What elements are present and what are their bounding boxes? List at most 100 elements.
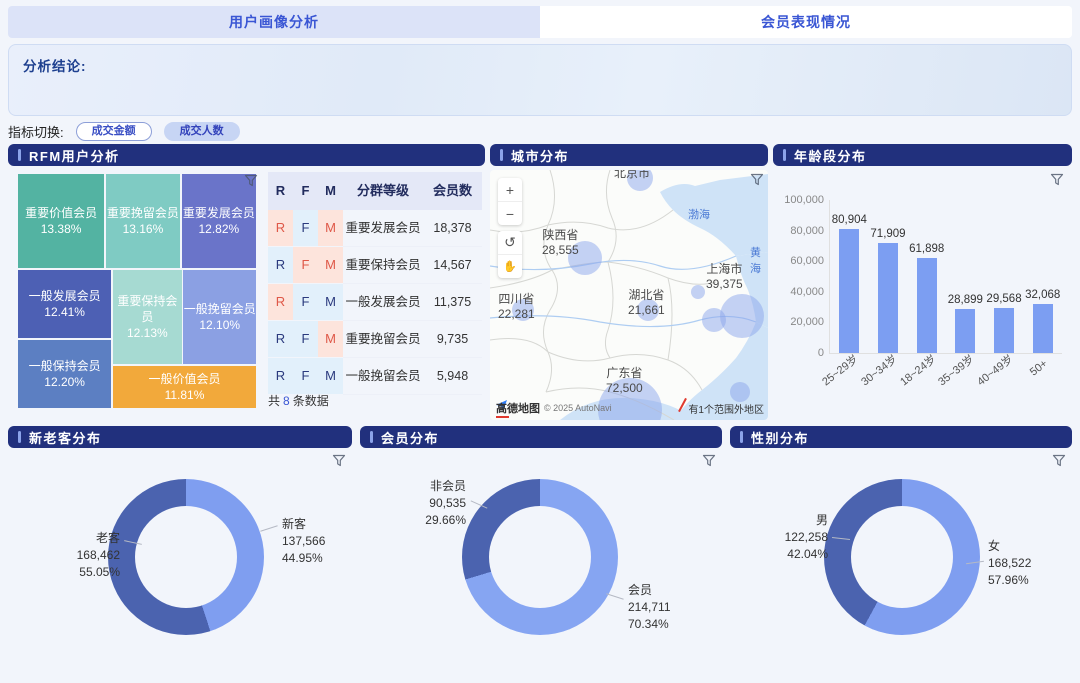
rfm-flag-cell: M: [318, 210, 343, 246]
treemap-block[interactable]: 一般发展会员12.41%: [18, 270, 111, 339]
bar-slot: 28,89935~39岁: [946, 200, 985, 353]
age-bars: 80,90425~29岁71,90930~34岁61,89818~24岁28,8…: [830, 200, 1062, 353]
filter-icon[interactable]: [750, 173, 764, 186]
new-old-donut[interactable]: [108, 479, 264, 635]
bar-value-label: 29,568: [986, 293, 1021, 305]
header-marker: [18, 149, 21, 161]
bar[interactable]: [994, 308, 1014, 353]
panel-city-header: 城市分布: [490, 144, 768, 166]
footer-suffix: 条数据: [293, 394, 329, 408]
map-copyright: © 2025 AutoNavi: [544, 403, 612, 413]
filter-icon[interactable]: [1050, 173, 1064, 186]
map-pan-button[interactable]: ✋: [498, 254, 522, 278]
x-axis-label: 18~24岁: [896, 351, 939, 389]
rfm-flag-cell: R: [268, 284, 293, 320]
filter-icon[interactable]: [1052, 454, 1066, 467]
label-leader-line: [260, 525, 277, 532]
rfm-flag-cell: R: [268, 210, 293, 246]
bar[interactable]: [1033, 304, 1053, 353]
filter-icon[interactable]: [702, 454, 716, 467]
non-member-label: 非会员 90,535 29.66%: [396, 478, 466, 528]
table-row[interactable]: RFM一般发展会员11,375: [268, 284, 482, 321]
table-header-row: RFM分群等级会员数: [268, 172, 482, 210]
x-axis-label: 40~49岁: [973, 351, 1016, 389]
bar[interactable]: [955, 309, 975, 353]
bar-value-label: 61,898: [909, 243, 944, 255]
map-tool-group: ↺ ✋: [498, 231, 522, 278]
table-row[interactable]: RFM重要挽留会员9,735: [268, 321, 482, 358]
panel-member-title: 会员分布: [381, 428, 439, 447]
map-label-shanghai: 上海市39,375: [706, 262, 743, 292]
y-tick-label: 40,000: [790, 286, 824, 298]
treemap-block[interactable]: 重要发展会员12.82%: [182, 174, 256, 268]
table-header-cell: F: [293, 172, 318, 210]
segment-level-cell: 一般发展会员: [343, 284, 423, 321]
bar-value-label: 71,909: [870, 228, 905, 240]
bar-value-label: 80,904: [832, 214, 867, 226]
amap-logo-text: 高德地图: [496, 400, 540, 416]
member-count-cell: 14,567: [423, 247, 482, 284]
rfm-flag-cell: F: [293, 321, 318, 357]
gender-donut[interactable]: [824, 479, 980, 635]
map-label-guangdong: 广东省72,500: [606, 366, 643, 396]
panel-new-old: 新老客分布 新客 137,566 44.95% 老客 168,462 55.05…: [8, 426, 352, 678]
bar-slot: 71,90930~34岁: [869, 200, 908, 353]
filter-icon[interactable]: [244, 174, 258, 187]
panel-rfm-header: RFM用户分析: [8, 144, 485, 166]
rfm-flag-cell: R: [268, 358, 293, 394]
bar[interactable]: [878, 243, 898, 353]
rfm-flag-cell: M: [318, 358, 343, 394]
rfm-flag-cell: M: [318, 321, 343, 357]
indicator-amount-button[interactable]: 成交金额: [76, 122, 152, 141]
rfm-flag-cell: F: [293, 358, 318, 394]
bar-value-label: 28,899: [948, 294, 983, 306]
header-marker: [783, 149, 786, 161]
table-header-cell: 会员数: [423, 172, 482, 210]
y-tick-label: 60,000: [790, 255, 824, 267]
panel-rfm-body: 重要价值会员13.38%重要挽留会员13.16%重要发展会员12.82% 一般发展…: [8, 170, 485, 420]
female-label: 女 168,522 57.96%: [988, 538, 1031, 588]
map-zoom-out-button[interactable]: −: [498, 201, 522, 225]
table-row[interactable]: RFM重要发展会员18,378: [268, 210, 482, 247]
china-map[interactable]: 北京市 渤海 黄海 陕西省28,555 四川省22,281 湖北省21,661 …: [490, 170, 768, 420]
panel-city: 城市分布: [490, 144, 768, 420]
table-header-cell: M: [318, 172, 343, 210]
bar[interactable]: [839, 229, 859, 353]
treemap-block[interactable]: 一般价值会员11.81%: [113, 366, 256, 408]
y-tick-label: 100,000: [784, 194, 824, 206]
table-row[interactable]: RFM重要保持会员14,567: [268, 247, 482, 284]
panel-new-old-title: 新老客分布: [29, 428, 102, 447]
segment-level-cell: 重要保持会员: [343, 247, 423, 284]
treemap-block[interactable]: 一般保持会员12.20%: [18, 340, 111, 408]
filter-icon[interactable]: [332, 454, 346, 467]
x-axis-label: 25~29岁: [819, 351, 862, 389]
panel-gender-header: 性别分布: [730, 426, 1072, 448]
x-axis-label: 30~34岁: [857, 351, 900, 389]
tab-member-performance[interactable]: 会员表现情况: [540, 6, 1072, 38]
map-out-of-range-note: 有1个范围外地区: [688, 401, 764, 416]
panel-member-body: 非会员 90,535 29.66% 会员 214,711 70.34%: [360, 452, 722, 678]
map-reset-button[interactable]: ↺: [498, 231, 522, 254]
segment-level-cell: 一般挽留会员: [343, 358, 423, 395]
treemap-block[interactable]: 重要保持会员12.13%: [113, 270, 182, 364]
x-axis-label: 50+: [1028, 358, 1050, 379]
panel-gender: 性别分布 男 122,258 42.04% 女 168,522 57.96%: [730, 426, 1072, 678]
header-marker: [500, 149, 503, 161]
tab-user-portrait[interactable]: 用户画像分析: [8, 6, 540, 38]
indicator-count-button[interactable]: 成交人数: [164, 122, 240, 141]
panel-age-title: 年龄段分布: [794, 146, 867, 165]
segment-level-cell: 重要发展会员: [343, 210, 423, 247]
panel-new-old-body: 新客 137,566 44.95% 老客 168,462 55.05%: [8, 452, 352, 678]
panel-age-header: 年龄段分布: [773, 144, 1072, 166]
treemap-block[interactable]: 重要挽留会员13.16%: [106, 174, 180, 268]
table-row[interactable]: RFM一般挽留会员5,948: [268, 358, 482, 395]
dashboard: 用户画像分析 会员表现情况 分析结论: 指标切换: 成交金额 成交人数 RFM用…: [0, 0, 1080, 683]
bar[interactable]: [917, 258, 937, 353]
treemap-block[interactable]: 重要价值会员13.38%: [18, 174, 104, 268]
map-zoom-in-button[interactable]: +: [498, 178, 522, 201]
table-header-cell: 分群等级: [343, 172, 423, 210]
member-donut[interactable]: [462, 479, 618, 635]
treemap-block[interactable]: 一般挽留会员12.10%: [183, 270, 256, 364]
panel-member: 会员分布 非会员 90,535 29.66% 会员 214,711 70.34%: [360, 426, 722, 678]
member-label: 会员 214,711 70.34%: [628, 582, 671, 632]
